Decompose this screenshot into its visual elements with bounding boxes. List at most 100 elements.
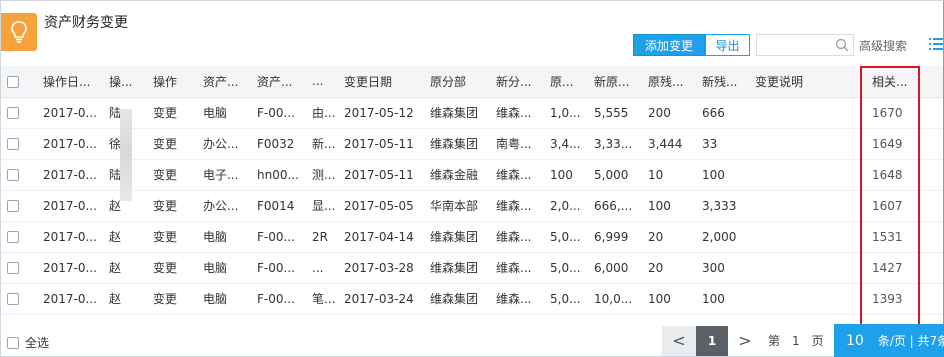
table-cell: 10 — [648, 167, 664, 182]
column-header[interactable]: 新原... — [588, 66, 642, 98]
table-cell: ... — [312, 260, 324, 275]
table-footer: 全选 < 1 > 第 1 页 10 条/页 | 共7条 — [0, 324, 944, 357]
table-cell: 5,555 — [594, 105, 629, 120]
table-cell: 2017-05-05 — [344, 198, 414, 213]
table-cell: 666 — [702, 105, 725, 120]
table-cell: 2017-03-28 — [344, 260, 414, 275]
row-checkbox[interactable] — [1, 97, 37, 128]
table-cell: 2017-0... — [43, 167, 97, 182]
table-row[interactable]: 2017-0... 赵 变更 电脑 F-00... 2R 2017-04-14 … — [1, 221, 943, 252]
export-button[interactable]: 导出 — [705, 34, 750, 56]
table-cell: 电脑 — [203, 292, 228, 306]
table-cell: 电脑 — [203, 230, 228, 244]
table-cell: 2017-05-11 — [344, 136, 414, 151]
table-cell: 维森金融 — [430, 168, 479, 182]
table-cell: F0014 — [257, 198, 295, 213]
row-checkbox[interactable] — [1, 159, 37, 190]
column-header[interactable]: 操... — [103, 66, 147, 98]
table-cell: 5,000 — [594, 167, 629, 182]
page-prefix: 第 — [768, 334, 781, 348]
column-header[interactable]: 资产... — [251, 66, 306, 98]
row-checkbox[interactable] — [1, 283, 37, 314]
asset-change-table: 操作日... 操... 操作 资产... 资产... ... 变更日期 原分部 … — [1, 66, 943, 316]
table-cell: 变更 — [153, 137, 178, 151]
highlight-box — [860, 66, 920, 327]
table-cell: 变更 — [153, 292, 178, 306]
table-row[interactable]: 2017-0... 徐 变更 办公... F0032 新... 2017-05-… — [1, 128, 943, 159]
table-cell: 维森集团 — [430, 106, 479, 120]
column-header[interactable]: 变更日期 — [338, 66, 424, 98]
table-cell: 变更 — [153, 230, 178, 244]
table-cell: 赵 — [109, 292, 122, 306]
select-all-checkbox[interactable]: 全选 — [7, 334, 49, 351]
advanced-search-link[interactable]: 高级搜索 — [859, 37, 907, 54]
row-checkbox[interactable] — [1, 190, 37, 221]
row-checkbox[interactable] — [1, 252, 37, 283]
column-header[interactable]: 新分... — [490, 66, 544, 98]
column-settings-icon[interactable] — [929, 37, 943, 54]
table-cell — [749, 190, 858, 221]
table-cell: 维森集团 — [430, 137, 479, 151]
column-header[interactable]: 操作 — [147, 66, 197, 98]
table-cell: 笔... — [312, 292, 336, 306]
table-cell: 2017-0... — [43, 260, 97, 275]
redaction-blur — [120, 109, 132, 201]
column-header[interactable]: 操作日... — [37, 66, 103, 98]
header-select-checkbox[interactable] — [1, 66, 37, 98]
table-cell: 显... — [312, 199, 336, 213]
table-cell: F-00... — [257, 291, 295, 306]
column-header[interactable]: 新残... — [696, 66, 749, 98]
table-cell: 华南本部 — [430, 199, 479, 213]
table-cell: 200 — [648, 105, 671, 120]
table-cell: 6,999 — [594, 229, 629, 244]
table-cell: F0032 — [257, 136, 295, 151]
search-input[interactable] — [756, 34, 854, 56]
table-cell — [749, 221, 858, 252]
table-cell: 2017-0... — [43, 198, 97, 213]
page-number-input[interactable]: 1 — [792, 334, 800, 348]
column-header[interactable]: ... — [306, 66, 338, 98]
table-row[interactable]: 2017-0... 赵 变更 电脑 F-00... ... 2017-03-28… — [1, 252, 943, 283]
table-row[interactable]: 2017-0... 赵 变更 电脑 F-00... 笔... 2017-03-2… — [1, 283, 943, 314]
table-cell: 2,000 — [702, 229, 737, 244]
table-row[interactable]: 2017-0... 陆 变更 电子... hn00... 测... 2017-0… — [1, 159, 943, 190]
column-header[interactable]: 资产... — [197, 66, 251, 98]
row-checkbox[interactable] — [1, 128, 37, 159]
column-header[interactable]: 原... — [544, 66, 588, 98]
prev-page-button[interactable]: < — [662, 325, 696, 356]
table-cell: 5,0... — [550, 229, 581, 244]
pagination: < 1 > 第 1 页 — [662, 324, 830, 357]
table-cell: 2017-03-24 — [344, 291, 414, 306]
table-row[interactable]: 2017-0... 陆 变更 电脑 F-00... 由... 2017-05-1… — [1, 97, 943, 128]
checkbox-icon[interactable] — [7, 336, 19, 349]
page-size-select[interactable]: 10 条/页 | 共7条 — [834, 324, 944, 357]
table-cell: 300 — [702, 260, 725, 275]
page-size-value[interactable]: 10 — [846, 333, 864, 349]
table-cell: 办公... — [203, 137, 239, 151]
table-cell: 测... — [312, 168, 336, 182]
column-header[interactable]: 变更说明 — [749, 66, 858, 98]
table-cell: 维森... — [496, 292, 532, 306]
row-checkbox[interactable] — [1, 221, 37, 252]
table-cell: 赵 — [109, 230, 122, 244]
table-cell — [749, 283, 858, 314]
column-header[interactable]: 原残... — [642, 66, 696, 98]
table-cell: F-00... — [257, 260, 295, 275]
table-cell: 电脑 — [203, 261, 228, 275]
table-cell: 赵 — [109, 261, 122, 275]
table-row[interactable]: 2017-0... 赵 变更 办公... F0014 显... 2017-05-… — [1, 190, 943, 221]
table-cell: 维森集团 — [430, 292, 479, 306]
table-cell: hn00... — [257, 167, 299, 182]
lightbulb-icon — [1, 13, 37, 51]
table-cell: 3,33... — [594, 136, 633, 151]
table-cell: 维森... — [496, 261, 532, 275]
search-icon[interactable] — [835, 38, 849, 55]
table-cell: 2017-04-14 — [344, 229, 414, 244]
next-page-button[interactable]: > — [728, 325, 762, 356]
column-header[interactable]: 原分部 — [424, 66, 490, 98]
table-cell: 由... — [312, 106, 336, 120]
table-cell: 5,0... — [550, 291, 581, 306]
add-change-button[interactable]: 添加变更 — [633, 34, 705, 56]
current-page-button[interactable]: 1 — [696, 325, 728, 356]
select-all-label: 全选 — [25, 336, 50, 350]
